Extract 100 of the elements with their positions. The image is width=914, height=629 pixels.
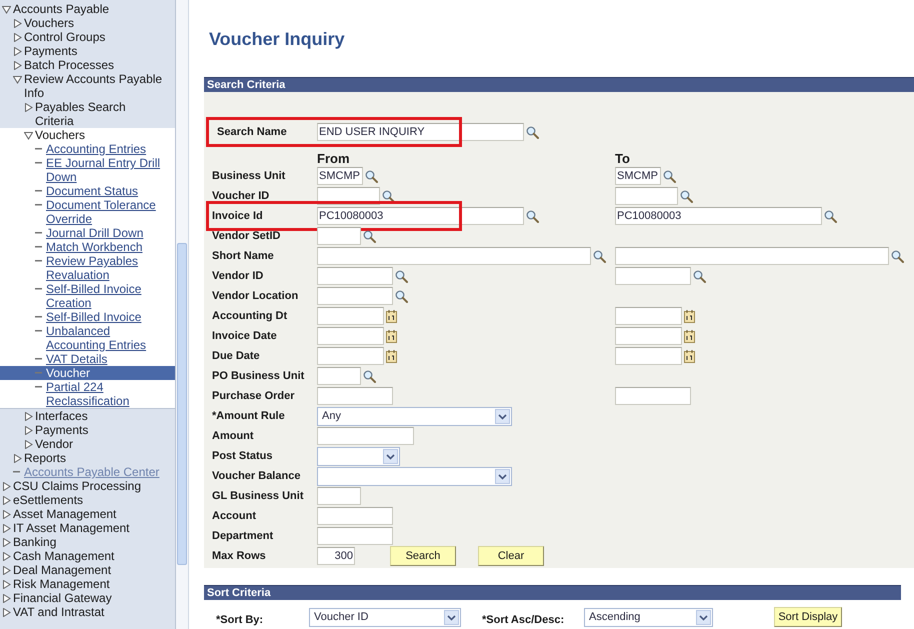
calendar-icon[interactable] xyxy=(684,330,695,342)
search-icon[interactable] xyxy=(363,230,376,242)
input-field[interactable] xyxy=(615,307,682,325)
nav-folder[interactable]: Deal Management xyxy=(0,563,175,577)
triangle-down-icon[interactable] xyxy=(13,74,22,84)
nav-folder[interactable]: Asset Management xyxy=(0,507,175,521)
nav-folder[interactable]: Interfaces xyxy=(0,409,175,423)
input-field[interactable]: PC10080003 xyxy=(317,207,524,225)
nav-link[interactable]: Journal Drill Down xyxy=(0,226,175,240)
input-field[interactable] xyxy=(317,527,393,545)
dropdown[interactable]: Ascending xyxy=(584,608,713,626)
search-icon[interactable] xyxy=(395,270,408,282)
calendar-icon[interactable] xyxy=(684,310,695,322)
dropdown[interactable]: Any xyxy=(317,406,512,426)
nav-link[interactable]: Match Workbench xyxy=(0,240,175,254)
nav-link[interactable]: Self-Billed Invoice xyxy=(0,310,175,324)
nav-folder[interactable]: Review Accounts Payable Info xyxy=(0,72,175,100)
input-field[interactable] xyxy=(317,427,414,445)
nav-link[interactable]: Unbalanced Accounting Entries xyxy=(0,324,175,352)
input-field[interactable] xyxy=(615,247,889,265)
triangle-right-icon[interactable] xyxy=(2,608,11,616)
triangle-right-icon[interactable] xyxy=(2,594,11,602)
search-icon[interactable] xyxy=(693,270,706,282)
action-button[interactable]: Search xyxy=(390,546,456,566)
search-icon[interactable] xyxy=(365,170,378,182)
nav-link[interactable]: Document Status xyxy=(0,184,175,198)
triangle-down-icon[interactable] xyxy=(24,130,33,140)
input-field[interactable] xyxy=(317,507,393,525)
search-icon[interactable] xyxy=(891,250,904,262)
triangle-right-icon[interactable] xyxy=(13,46,22,56)
input-field[interactable] xyxy=(317,227,361,245)
triangle-right-icon[interactable] xyxy=(13,18,22,28)
nav-folder[interactable]: Cash Management xyxy=(0,549,175,563)
nav-folder[interactable]: eSettlements xyxy=(0,493,175,507)
nav-folder[interactable]: Control Groups xyxy=(0,30,175,44)
search-icon[interactable] xyxy=(526,210,539,222)
nav-folder[interactable]: Vouchers xyxy=(0,128,175,142)
triangle-right-icon[interactable] xyxy=(2,580,11,588)
search-icon[interactable] xyxy=(526,126,539,138)
triangle-right-icon[interactable] xyxy=(2,566,11,574)
triangle-right-icon[interactable] xyxy=(2,552,11,560)
action-button[interactable]: Clear xyxy=(478,546,544,566)
triangle-right-icon[interactable] xyxy=(13,32,22,42)
input-field[interactable] xyxy=(317,367,361,385)
input-field[interactable]: END USER INQUIRY xyxy=(317,123,524,141)
nav-folder[interactable]: Payments xyxy=(0,44,175,58)
input-field[interactable] xyxy=(615,347,682,365)
triangle-right-icon[interactable] xyxy=(13,454,22,462)
input-field[interactable] xyxy=(317,287,393,305)
input-field[interactable] xyxy=(317,347,384,365)
calendar-icon[interactable] xyxy=(386,350,397,362)
nav-link[interactable]: Review Payables Revaluation xyxy=(0,254,175,282)
input-field[interactable]: 300 xyxy=(317,547,355,565)
nav-folder[interactable]: CSU Claims Processing xyxy=(0,479,175,493)
search-icon[interactable] xyxy=(382,190,395,202)
input-field[interactable]: SMCMP xyxy=(317,167,363,185)
scroll-thumb[interactable] xyxy=(177,243,187,565)
triangle-right-icon[interactable] xyxy=(24,426,33,434)
input-field[interactable] xyxy=(317,487,361,505)
input-field[interactable] xyxy=(317,387,393,405)
triangle-down-icon[interactable] xyxy=(2,4,11,14)
input-field[interactable]: PC10080003 xyxy=(615,207,822,225)
nav-folder[interactable]: Payables Search Criteria xyxy=(0,100,175,128)
nav-folder[interactable]: Banking xyxy=(0,535,175,549)
triangle-right-icon[interactable] xyxy=(2,482,11,490)
nav-link[interactable]: EE Journal Entry Drill Down xyxy=(0,156,175,184)
nav-link[interactable]: Accounting Entries xyxy=(0,142,175,156)
triangle-right-icon[interactable] xyxy=(24,102,33,112)
search-icon[interactable] xyxy=(824,210,837,222)
input-field[interactable] xyxy=(615,327,682,345)
search-icon[interactable] xyxy=(593,250,606,262)
search-icon[interactable] xyxy=(680,190,693,202)
input-field[interactable] xyxy=(615,267,691,285)
calendar-icon[interactable] xyxy=(386,330,397,342)
search-icon[interactable] xyxy=(363,370,376,382)
input-field[interactable] xyxy=(317,267,393,285)
nav-folder[interactable]: Accounts Payable xyxy=(0,2,175,16)
action-button[interactable]: Sort Display xyxy=(774,607,842,627)
input-field[interactable]: SMCMP xyxy=(615,167,661,185)
search-icon[interactable] xyxy=(395,290,408,302)
input-field[interactable] xyxy=(615,387,691,405)
calendar-icon[interactable] xyxy=(684,350,695,362)
triangle-right-icon[interactable] xyxy=(2,496,11,504)
nav-folder[interactable]: Batch Processes xyxy=(0,58,175,72)
nav-folder[interactable]: VAT and Intrastat xyxy=(0,605,175,619)
nav-link[interactable]: Voucher xyxy=(0,366,175,380)
input-field[interactable] xyxy=(615,187,678,205)
nav-folder[interactable]: Reports xyxy=(0,451,175,465)
nav-link[interactable]: Partial 224 Reclassification xyxy=(0,380,175,408)
nav-folder[interactable]: Vendor xyxy=(0,437,175,451)
triangle-right-icon[interactable] xyxy=(24,412,33,420)
input-field[interactable] xyxy=(317,307,384,325)
nav-link[interactable]: Self-Billed Invoice Creation xyxy=(0,282,175,310)
nav-folder[interactable]: Vouchers xyxy=(0,16,175,30)
nav-folder[interactable]: Risk Management xyxy=(0,577,175,591)
triangle-right-icon[interactable] xyxy=(24,440,33,448)
triangle-right-icon[interactable] xyxy=(13,60,22,70)
nav-folder[interactable]: Payments xyxy=(0,423,175,437)
nav-folder[interactable]: IT Asset Management xyxy=(0,521,175,535)
nav-link[interactable]: VAT Details xyxy=(0,352,175,366)
